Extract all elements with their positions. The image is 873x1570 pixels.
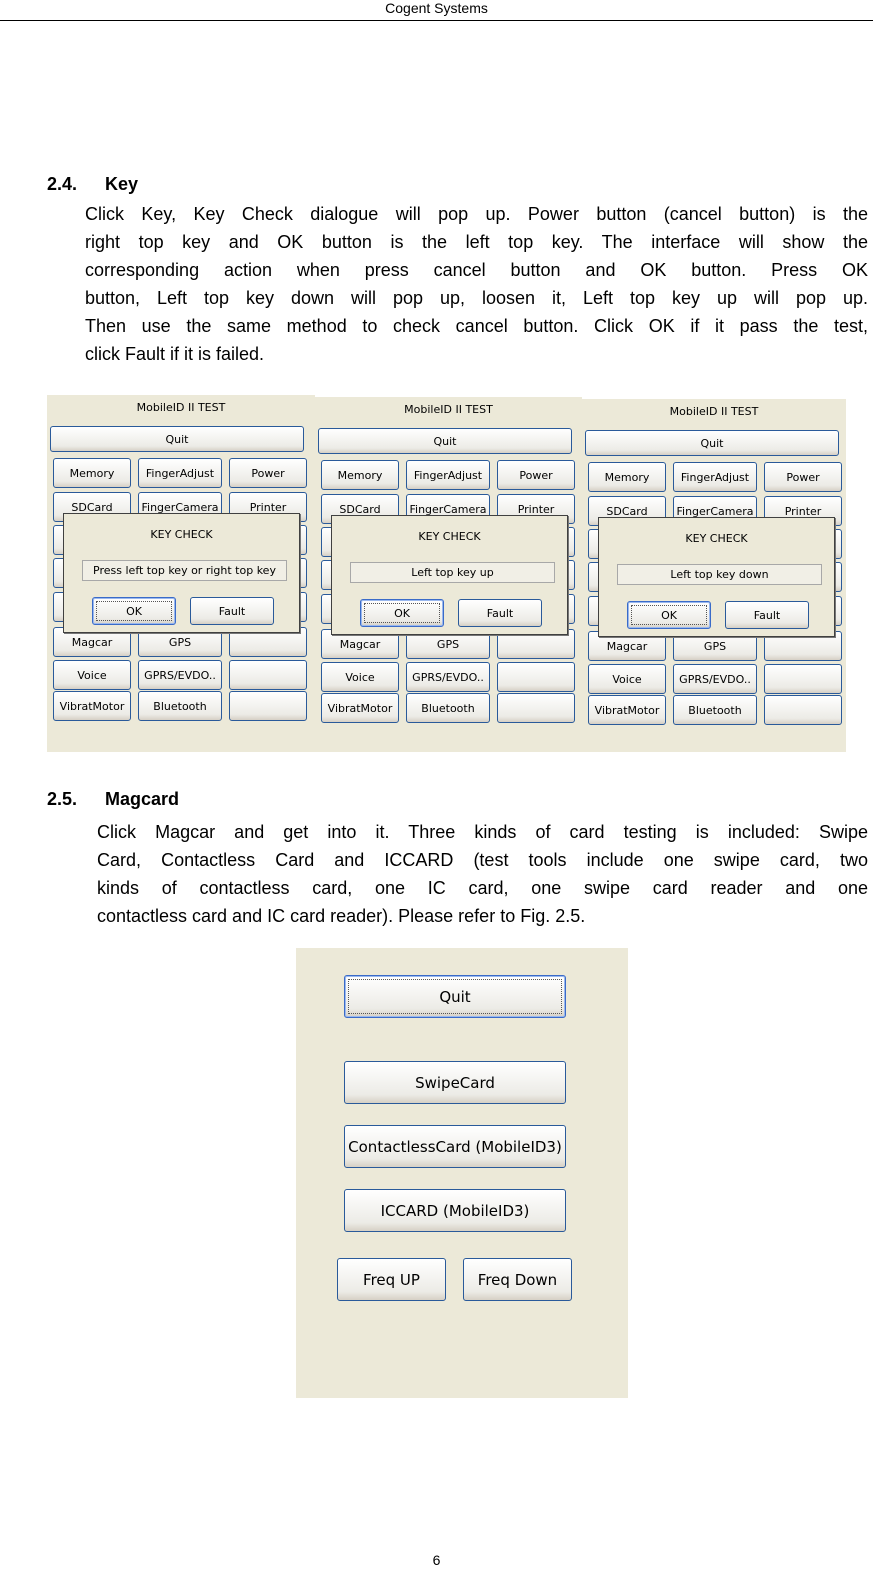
test-button[interactable] bbox=[764, 695, 842, 725]
freq-down-button[interactable]: Freq Down bbox=[463, 1258, 572, 1301]
test-button[interactable]: GPRS/EVDO.. bbox=[406, 662, 490, 692]
quit-button[interactable]: Quit bbox=[344, 975, 566, 1018]
dialog-title: KEY CHECK bbox=[418, 530, 481, 543]
test-button[interactable]: VibratMotor bbox=[321, 693, 399, 723]
key-status-field: Left top key up bbox=[350, 562, 555, 583]
test-button[interactable]: Power bbox=[764, 462, 842, 492]
test-button[interactable]: VibratMotor bbox=[53, 691, 131, 721]
swipecard-button[interactable]: SwipeCard bbox=[344, 1061, 566, 1104]
header-rule bbox=[0, 20, 873, 21]
test-button[interactable]: Bluetooth bbox=[673, 695, 757, 725]
section-title-key: Key bbox=[105, 174, 139, 194]
test-button[interactable]: FingerAdjust bbox=[673, 462, 757, 492]
test-button[interactable]: Voice bbox=[321, 662, 399, 692]
paragraph-line: contactless card and IC card reader). Pl… bbox=[97, 906, 586, 926]
key-status-field: Left top key down bbox=[617, 564, 822, 585]
test-button[interactable]: Bluetooth bbox=[406, 693, 490, 723]
paragraph-line: corresponding action when press cancel b… bbox=[85, 260, 868, 280]
dialog-title: KEY CHECK bbox=[150, 528, 213, 541]
test-button[interactable]: Memory bbox=[588, 462, 666, 492]
app-title: MobileID II TEST bbox=[669, 405, 759, 418]
test-button[interactable]: FingerAdjust bbox=[406, 460, 490, 490]
quit-button[interactable]: Quit bbox=[50, 426, 304, 452]
ok-button[interactable]: OK bbox=[360, 599, 444, 627]
test-button[interactable]: Voice bbox=[53, 660, 131, 690]
paragraph-line: click Fault if it is failed. bbox=[85, 344, 265, 364]
test-button[interactable] bbox=[497, 662, 575, 692]
iccard-button[interactable]: ICCARD (MobileID3) bbox=[344, 1189, 566, 1232]
paragraph-line: right top key and OK button is the left … bbox=[85, 232, 868, 252]
key-check-dialog: KEY CHECK Press left top key or right to… bbox=[63, 513, 300, 633]
app-title: MobileID II TEST bbox=[136, 401, 226, 414]
ok-button[interactable]: OK bbox=[627, 601, 711, 629]
test-button[interactable]: Voice bbox=[588, 664, 666, 694]
test-button[interactable]: Memory bbox=[321, 460, 399, 490]
quit-button[interactable]: Quit bbox=[585, 430, 839, 456]
ok-button[interactable]: OK bbox=[92, 597, 176, 625]
page-header: Cogent Systems bbox=[385, 0, 488, 16]
fault-button[interactable]: Fault bbox=[190, 597, 274, 625]
freq-up-button[interactable]: Freq UP bbox=[337, 1258, 446, 1301]
quit-button[interactable]: Quit bbox=[318, 428, 572, 454]
magcard-screenshot: Quit SwipeCard ContactlessCard (MobileID… bbox=[296, 948, 628, 1398]
section-title-magcard: Magcard bbox=[105, 789, 180, 809]
paragraph-line: button, Left top key down will pop up, l… bbox=[85, 288, 868, 308]
key-check-panel: MobileID II TEST Quit Memory FingerAdjust Po… bbox=[582, 399, 846, 752]
test-button[interactable] bbox=[764, 664, 842, 694]
key-status-field: Press left top key or right top key bbox=[82, 560, 287, 581]
key-check-panel: MobileID II TEST Quit Memory FingerAdjust Po… bbox=[47, 395, 315, 752]
key-check-dialog: KEY CHECK Left top key up OK Fault bbox=[331, 515, 568, 635]
page-number: 6 bbox=[432, 1552, 441, 1568]
section-number-magcard: 2.5. bbox=[47, 789, 78, 809]
paragraph-line: Click Key, Key Check dialogue will pop u… bbox=[85, 204, 868, 224]
section-number-key: 2.4. bbox=[47, 174, 78, 194]
app-title: MobileID II TEST bbox=[404, 403, 493, 416]
paragraph-line: Then use the same method to check cancel… bbox=[85, 316, 868, 336]
test-button[interactable]: Power bbox=[229, 458, 307, 488]
test-button[interactable] bbox=[497, 693, 575, 723]
test-button[interactable] bbox=[229, 660, 307, 690]
test-button[interactable]: Memory bbox=[53, 458, 131, 488]
paragraph-line: kinds of contactless card, one IC card, … bbox=[97, 878, 868, 898]
test-button[interactable]: GPRS/EVDO.. bbox=[673, 664, 757, 694]
fault-button[interactable]: Fault bbox=[725, 601, 809, 629]
test-button[interactable] bbox=[229, 691, 307, 721]
contactless-card-button[interactable]: ContactlessCard (MobileID3) bbox=[344, 1125, 566, 1168]
dialog-title: KEY CHECK bbox=[685, 532, 748, 545]
test-button[interactable]: GPRS/EVDO.. bbox=[138, 660, 222, 690]
paragraph-line: Click Magcar and get into it. Three kind… bbox=[97, 822, 868, 842]
paragraph-line: Card, Contactless Card and ICCARD (test … bbox=[97, 850, 868, 870]
test-button[interactable]: FingerAdjust bbox=[138, 458, 222, 488]
key-check-dialog: KEY CHECK Left top key down OK Fault bbox=[598, 517, 835, 637]
test-button[interactable]: Bluetooth bbox=[138, 691, 222, 721]
fault-button[interactable]: Fault bbox=[458, 599, 542, 627]
test-button[interactable]: VibratMotor bbox=[588, 695, 666, 725]
test-button[interactable]: Power bbox=[497, 460, 575, 490]
key-check-panel: MobileID II TEST Quit Memory FingerAdjust Po… bbox=[315, 397, 582, 752]
